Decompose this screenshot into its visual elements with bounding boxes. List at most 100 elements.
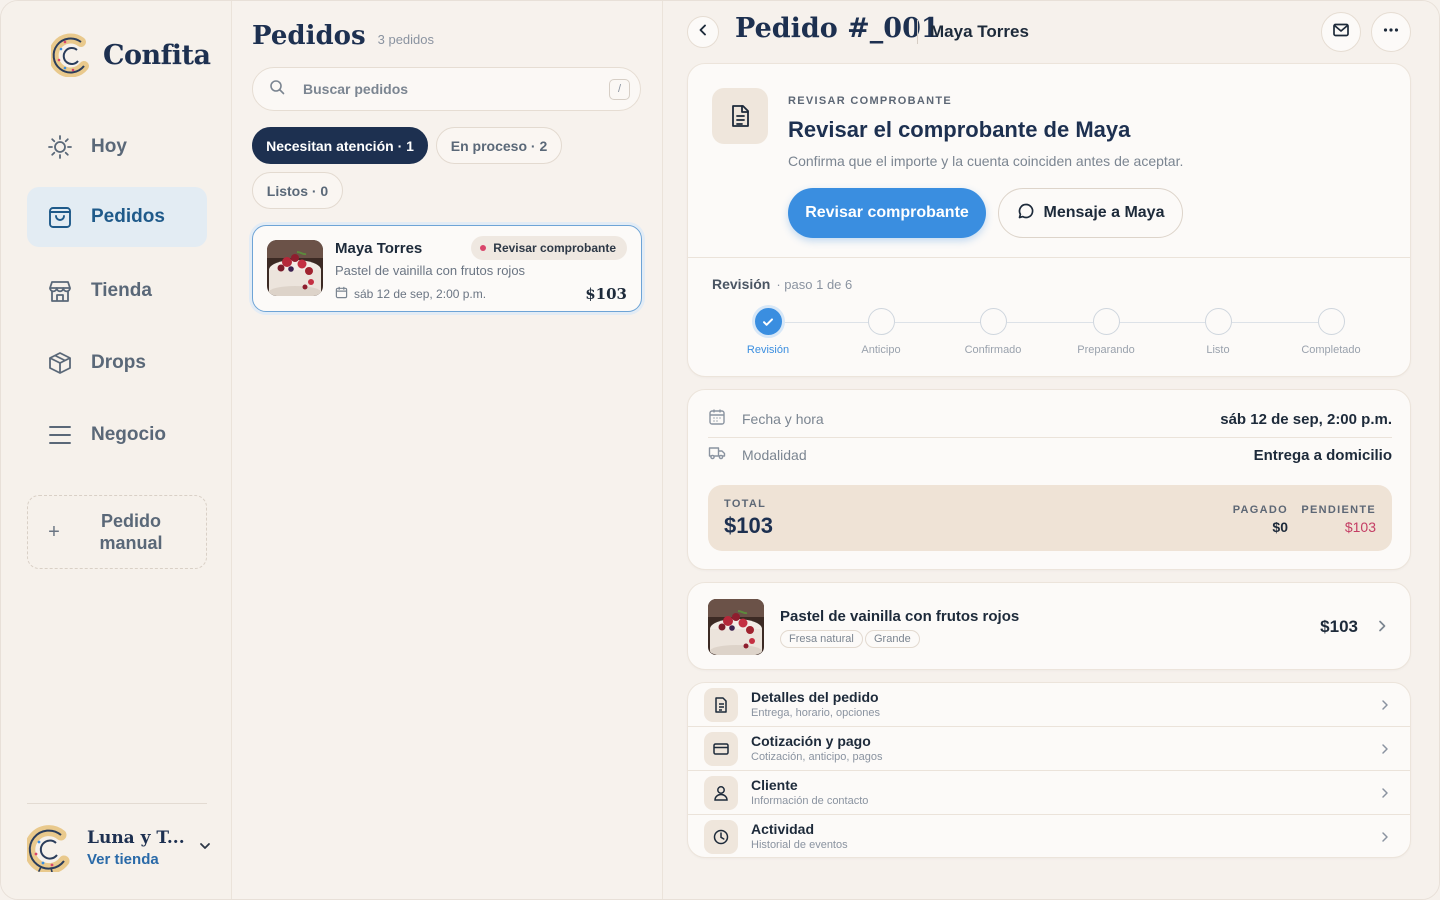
- sidebar-item-negocio[interactable]: Negocio: [27, 405, 207, 465]
- manual-order-button[interactable]: + Pedido manual: [27, 495, 207, 569]
- sidebar-item-tienda[interactable]: Tienda: [27, 261, 207, 321]
- progress-header: Revisión · paso 1 de 6: [712, 276, 852, 292]
- review-card: REVISAR COMPROBANTE Revisar el comproban…: [687, 63, 1411, 377]
- product-card[interactable]: Pastel de vainilla con frutos rojos Fres…: [687, 582, 1411, 670]
- menu-icon: [47, 422, 73, 448]
- plus-icon: +: [48, 520, 60, 543]
- progress-step-label: Preparando: [1077, 344, 1135, 356]
- shortcut-key-hint: /: [609, 79, 630, 100]
- total-label: TOTAL: [724, 498, 767, 510]
- status-dot-icon: [480, 245, 487, 251]
- menu-item-subtitle: Cotización, anticipo, pagos: [751, 751, 883, 763]
- product-tag: Fresa natural: [780, 630, 863, 648]
- info-label: Fecha y hora: [742, 411, 824, 427]
- order-date-text: sáb 12 de sep, 2:00 p.m.: [354, 287, 487, 301]
- user-icon: [704, 776, 738, 810]
- sidebar: Confita Hoy Pedidos Tienda Drops Negocio…: [1, 1, 232, 899]
- chevron-right-icon: [1380, 742, 1390, 760]
- menu-item-title: Cliente: [751, 777, 798, 793]
- info-row-date: Fecha y hora sáb 12 de sep, 2:00 p.m.: [708, 401, 1392, 437]
- store-icon: [47, 278, 73, 304]
- sun-icon: [47, 134, 73, 160]
- order-date: sáb 12 de sep, 2:00 p.m.: [335, 286, 486, 302]
- document-icon: [704, 688, 738, 722]
- pending-value: $103: [1344, 519, 1376, 535]
- card-divider: [688, 257, 1410, 258]
- email-button[interactable]: [1321, 12, 1361, 52]
- menu-item-activity[interactable]: Actividad Historial de eventos: [688, 815, 1410, 859]
- more-options-button[interactable]: [1371, 12, 1411, 52]
- step-circle: [979, 308, 1007, 335]
- title-divider: [917, 20, 918, 44]
- chevron-down-icon[interactable]: [198, 839, 212, 858]
- step-circle: [1204, 308, 1232, 335]
- progress-step-label: Completado: [1301, 344, 1361, 356]
- step-circle: [867, 308, 895, 335]
- sidebar-divider: [27, 803, 207, 804]
- total-value: $103: [724, 513, 773, 538]
- page-title: Pedidos: [252, 21, 366, 51]
- filter-in-process[interactable]: En proceso · 2: [436, 127, 562, 164]
- progress-step: Listo: [1168, 308, 1268, 356]
- order-price: $103: [585, 285, 627, 303]
- orders-count: 3 pedidos: [377, 32, 435, 47]
- order-product: Pastel de vainilla con frutos rojos: [335, 263, 526, 278]
- message-customer-button[interactable]: Mensaje a Maya: [998, 188, 1183, 238]
- calendar-icon: [708, 408, 726, 431]
- calendar-icon: [335, 286, 348, 302]
- mail-icon: [1332, 21, 1350, 44]
- review-receipt-button[interactable]: Revisar comprobante: [788, 188, 986, 238]
- sidebar-item-hoy[interactable]: Hoy: [27, 117, 207, 177]
- order-list-item[interactable]: Maya Torres Revisar comprobante Pastel d…: [252, 225, 642, 312]
- view-store-link[interactable]: Ver tienda: [87, 851, 185, 868]
- progress-label: Revisión: [712, 276, 771, 292]
- info-label: Modalidad: [742, 447, 807, 463]
- document-icon: [712, 88, 768, 144]
- chevron-right-icon: [1376, 619, 1388, 638]
- menu-item-order-details[interactable]: Detalles del pedido Entrega, horario, op…: [688, 683, 1410, 727]
- sidebar-item-pedidos[interactable]: Pedidos: [27, 187, 207, 247]
- brand-logo[interactable]: Confita: [48, 33, 211, 78]
- progress-step: Confirmado: [943, 308, 1043, 356]
- progress-step-label: Confirmado: [964, 344, 1022, 356]
- store-avatar: [24, 824, 73, 875]
- manual-order-label: Pedido manual: [99, 511, 163, 553]
- progress-step-label: Listo: [1206, 344, 1230, 356]
- sidebar-item-drops[interactable]: Drops: [27, 333, 207, 393]
- progress-step-text: · paso 1 de 6: [776, 277, 853, 292]
- progress-step: Revisión: [718, 308, 818, 356]
- filter-needs-attention[interactable]: Necesitan atención · 1: [252, 127, 428, 164]
- order-detail-panel: Pedido #_001 Maya Torres REVISAR COMPROB…: [663, 1, 1439, 899]
- menu-item-client[interactable]: Cliente Información de contacto: [688, 771, 1410, 815]
- check-icon: [754, 308, 782, 335]
- chevron-right-icon: [1380, 698, 1390, 716]
- order-sections-menu: Detalles del pedido Entrega, horario, op…: [687, 682, 1411, 858]
- back-button[interactable]: [687, 16, 719, 48]
- search-input[interactable]: [303, 81, 593, 97]
- review-subtitle: Confirma que el importe y la cuenta coin…: [788, 153, 1184, 169]
- menu-item-subtitle: Historial de eventos: [751, 839, 848, 851]
- menu-item-title: Actividad: [751, 821, 815, 837]
- info-value: sáb 12 de sep, 2:00 p.m.: [1220, 410, 1392, 428]
- step-circle: [1092, 308, 1120, 335]
- chat-bubble-icon: [1017, 202, 1035, 225]
- step-circle: [1317, 308, 1345, 335]
- menu-item-subtitle: Entrega, horario, opciones: [751, 707, 881, 719]
- filter-ready[interactable]: Listos · 0: [252, 172, 343, 209]
- layers-icon: [47, 350, 73, 376]
- order-info-card: Fecha y hora sáb 12 de sep, 2:00 p.m. Mo…: [687, 389, 1411, 570]
- search-box: /: [252, 67, 641, 111]
- app-window: Confita Hoy Pedidos Tienda Drops Negocio…: [0, 0, 1440, 900]
- progress-step: Anticipo: [831, 308, 931, 356]
- order-customer: Maya Torres: [335, 240, 423, 257]
- store-name: Luna y T...: [87, 828, 185, 848]
- menu-item-quote-payment[interactable]: Cotización y pago Cotización, anticipo, …: [688, 727, 1410, 771]
- chevron-right-icon: [1380, 830, 1390, 848]
- more-horizontal-icon: [1382, 21, 1400, 44]
- menu-item-subtitle: Información de contacto: [751, 795, 869, 807]
- store-switcher[interactable]: Luna y T... Ver tienda: [24, 823, 212, 875]
- sidebar-item-label: Tienda: [91, 280, 152, 301]
- clock-icon: [704, 820, 738, 854]
- cake-thumbnail: [708, 599, 764, 655]
- progress-step: Preparando: [1056, 308, 1156, 356]
